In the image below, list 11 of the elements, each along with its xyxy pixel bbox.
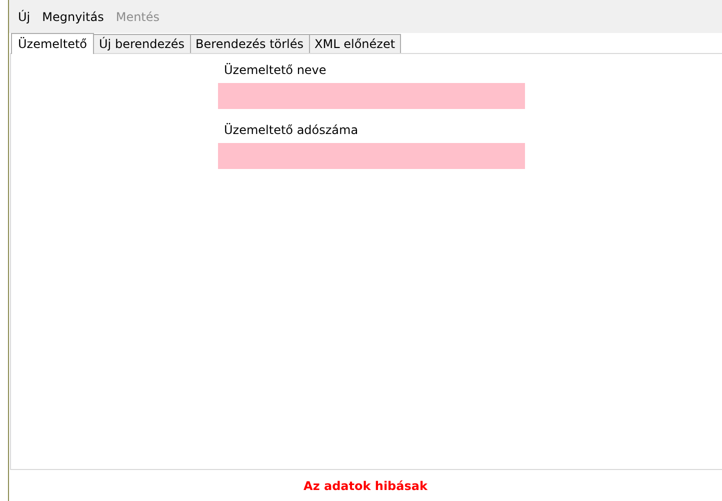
menu-item[interactable]: Megnyitás: [37, 8, 109, 26]
field-label: Üzemeltető adószáma: [223, 122, 360, 139]
tab[interactable]: XML előnézet: [308, 34, 402, 53]
input-field[interactable]: [218, 143, 525, 169]
tab[interactable]: Új berendezés: [93, 34, 191, 53]
tab[interactable]: Üzemeltető: [11, 33, 94, 54]
status-message: Az adatok hibásak: [304, 478, 428, 492]
menu-item[interactable]: Új: [13, 8, 36, 26]
input-field[interactable]: [218, 83, 525, 109]
field-label: Üzemeltető neve: [223, 62, 328, 79]
tab[interactable]: Berendezés törlés: [190, 34, 310, 53]
